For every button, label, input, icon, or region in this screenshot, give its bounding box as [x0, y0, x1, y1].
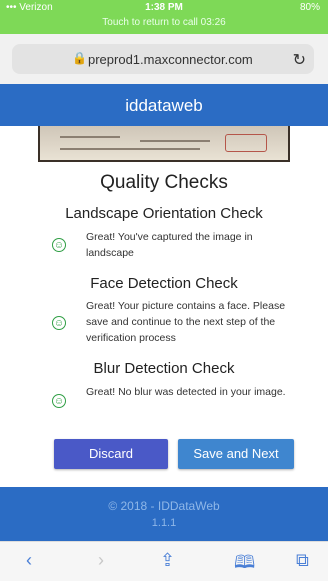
- status-bar: ••• Verizon 1:38 PM 80% Touch to return …: [0, 0, 328, 34]
- footer-copyright: © 2018 - IDDataWeb: [108, 499, 220, 513]
- face-check-text: Great! Your picture contains a face. Ple…: [86, 300, 286, 344]
- landscape-check-text: Great! You've captured the image in land…: [86, 231, 253, 259]
- face-check-heading: Face Detection Check: [90, 275, 238, 292]
- tabs-icon[interactable]: ⧉: [296, 550, 309, 571]
- smiley-check-icon: ☺: [52, 238, 66, 252]
- status-row: ••• Verizon 1:38 PM 80%: [0, 2, 328, 16]
- return-to-call-banner[interactable]: Touch to return to call 03:26: [0, 17, 328, 28]
- url-text: preprod1.maxconnector.com: [88, 52, 253, 67]
- discard-button[interactable]: Discard: [54, 439, 168, 469]
- brand-title: iddataweb: [125, 96, 203, 115]
- id-text-line: [60, 148, 200, 150]
- bookmarks-icon[interactable]: 🕮: [234, 550, 255, 580]
- battery-indicator: 80%: [299, 2, 320, 13]
- browser-toolbar: ‹ › ⇪ 🕮 ⧉: [0, 541, 328, 581]
- forward-arrow-icon[interactable]: ›: [98, 550, 104, 571]
- reload-icon[interactable]: ↻: [293, 50, 306, 70]
- smiley-check-icon: ☺: [52, 394, 66, 408]
- clock: 1:38 PM: [145, 2, 183, 13]
- quality-checks-title: Quality Checks: [100, 172, 228, 193]
- lock-icon: 🔒: [72, 51, 87, 65]
- share-icon[interactable]: ⇪: [160, 550, 175, 571]
- page-footer: © 2018 - IDDataWeb 1.1.1: [0, 487, 328, 541]
- id-text-line: [60, 136, 120, 138]
- id-text-line: [140, 140, 210, 142]
- app-header: iddataweb: [0, 84, 328, 126]
- captured-id-image: [38, 126, 290, 162]
- browser-address-bar: 🔒 preprod1.maxconnector.com ↻: [0, 34, 328, 84]
- landscape-check-heading: Landscape Orientation Check: [65, 205, 263, 222]
- blur-check-text: Great! No blur was detected in your imag…: [86, 386, 286, 398]
- save-and-next-button[interactable]: Save and Next: [178, 439, 294, 469]
- footer-version: 1.1.1: [151, 517, 177, 529]
- back-arrow-icon[interactable]: ‹: [26, 550, 32, 571]
- url-field[interactable]: 🔒 preprod1.maxconnector.com ↻: [12, 44, 314, 74]
- smiley-check-icon: ☺: [52, 316, 66, 330]
- blur-check-heading: Blur Detection Check: [93, 360, 235, 377]
- id-stamp: [225, 134, 267, 152]
